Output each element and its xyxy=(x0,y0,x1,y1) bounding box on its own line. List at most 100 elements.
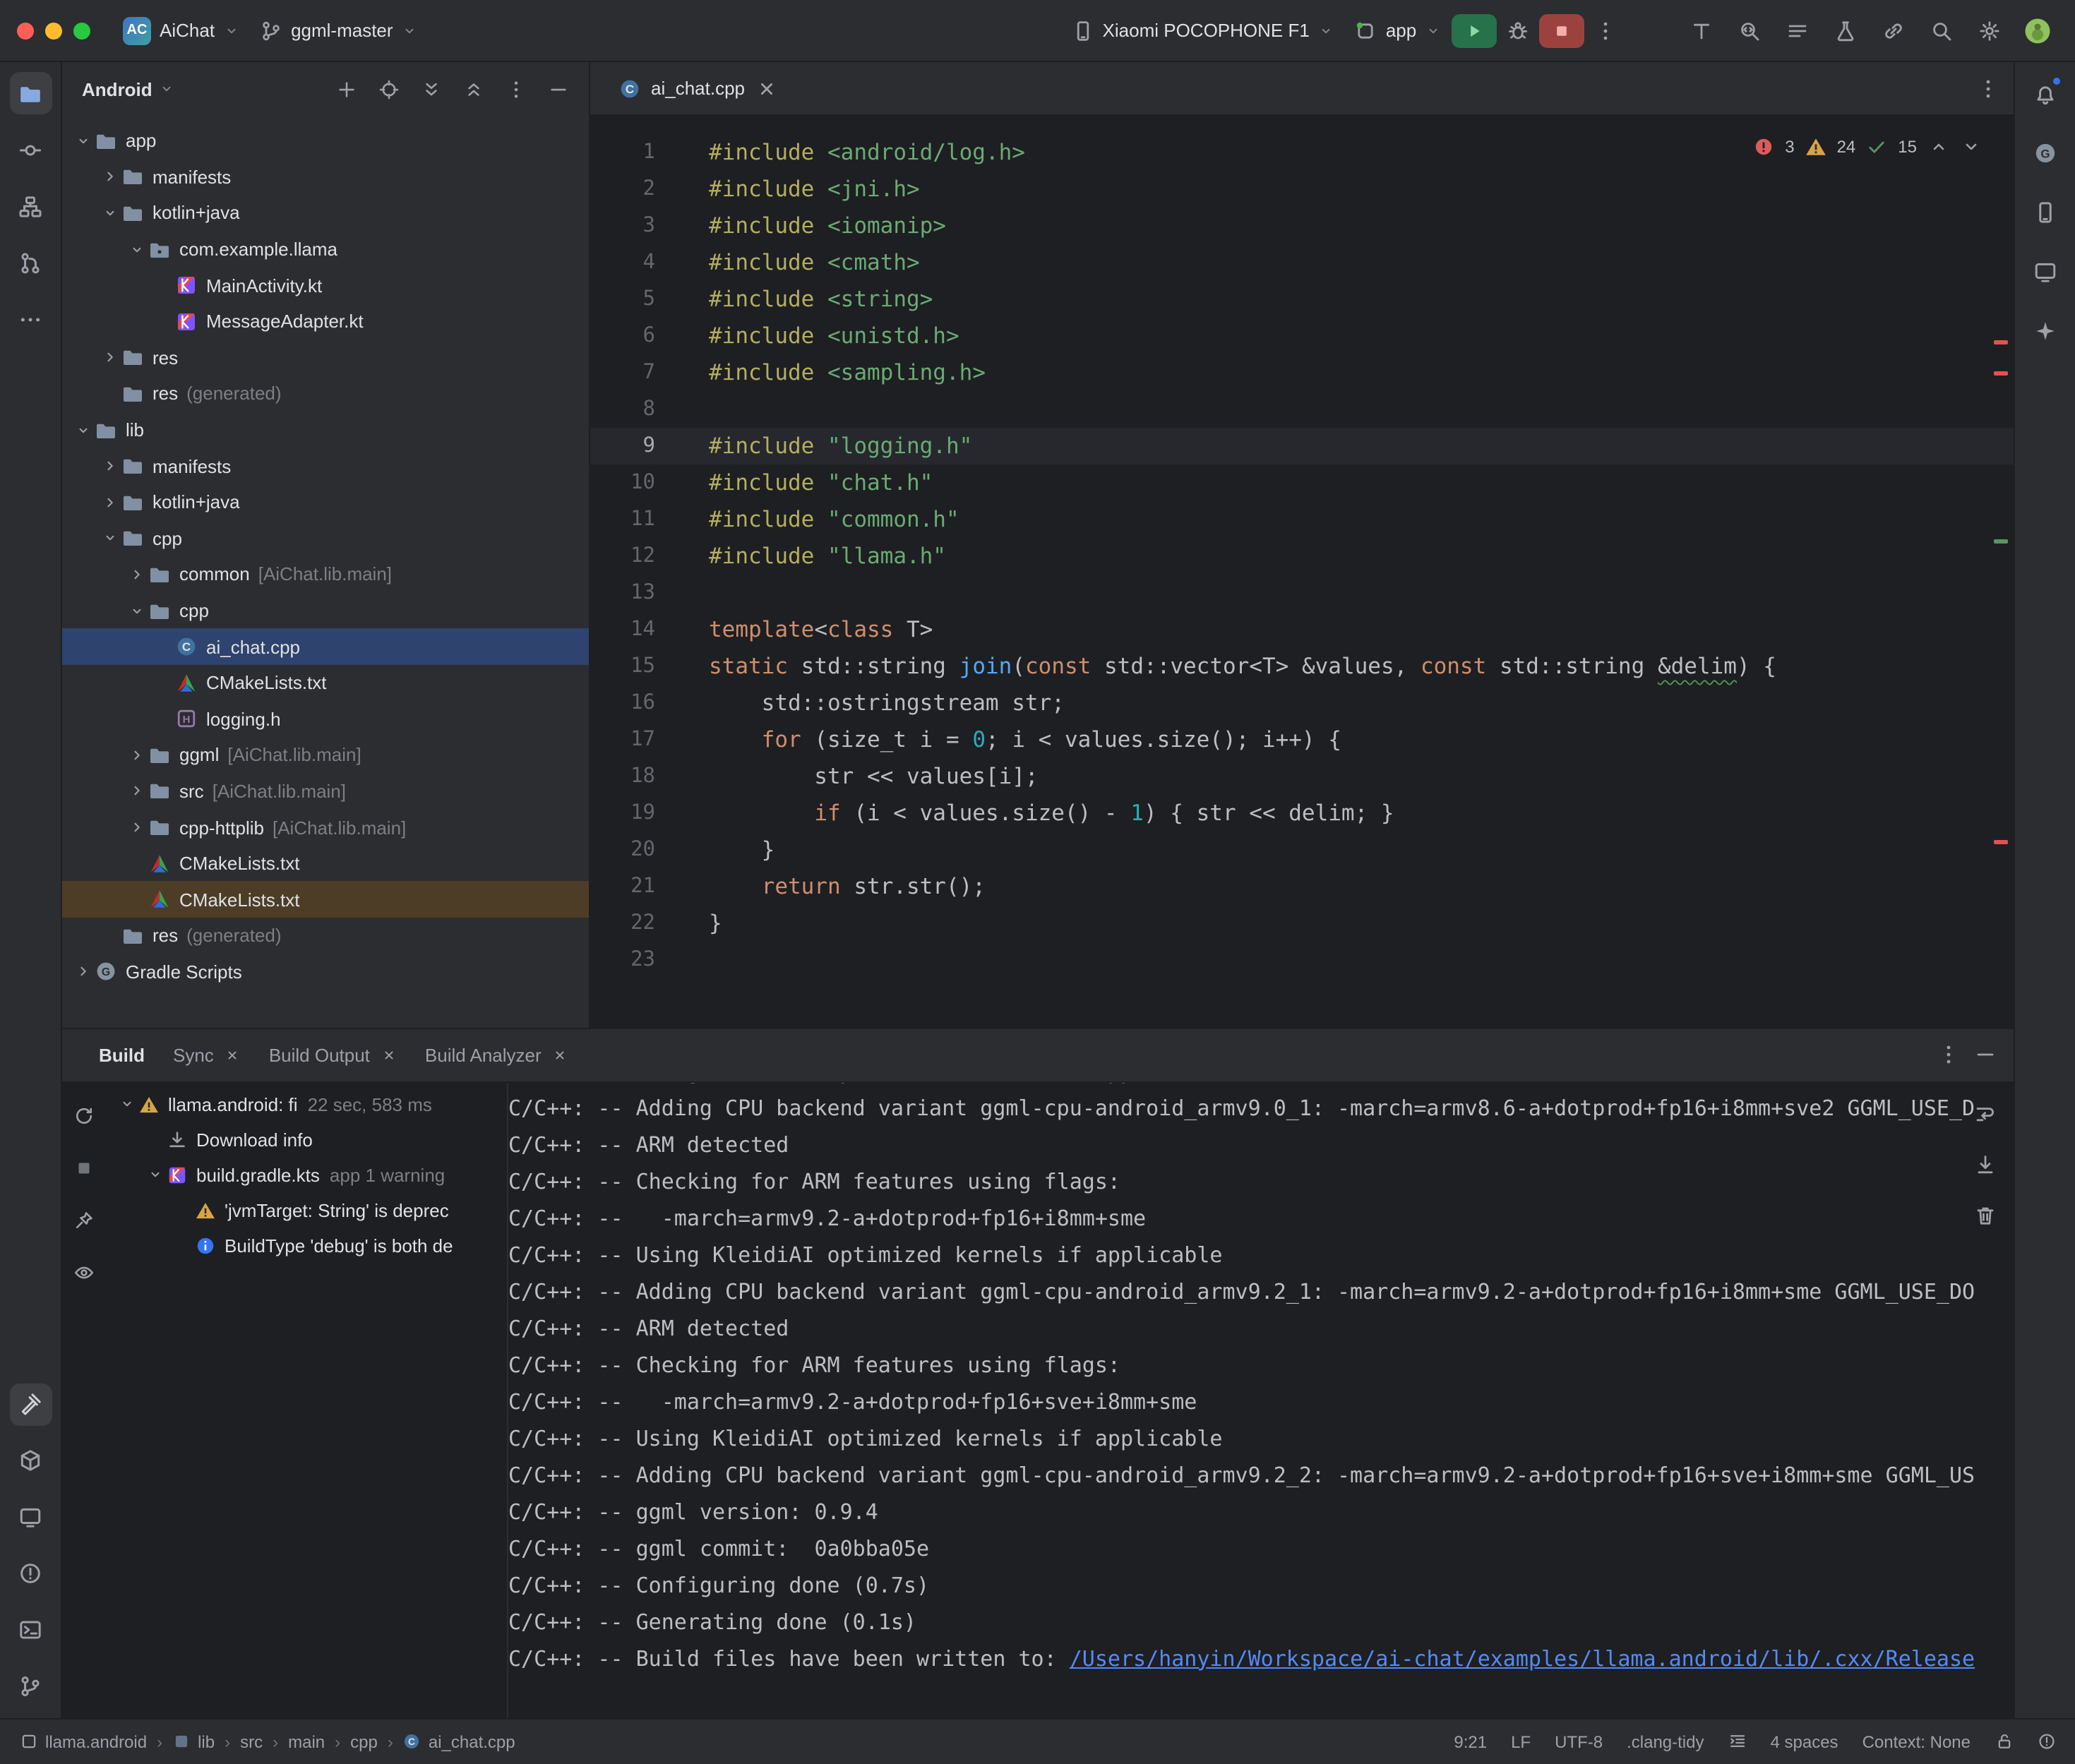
line-number[interactable]: 8 xyxy=(590,391,655,428)
new-item-button[interactable] xyxy=(329,72,363,106)
chevron-down-icon[interactable] xyxy=(97,530,121,547)
tree-item-app[interactable]: app xyxy=(62,123,589,159)
build-tree-item-build-gradle-kts[interactable]: build.gradle.ktsapp 1 warning xyxy=(104,1157,507,1192)
line-number[interactable]: 9 xyxy=(590,428,655,464)
line-number[interactable]: 18 xyxy=(590,758,655,795)
expand-all-button[interactable] xyxy=(414,72,448,106)
chevron-right-icon[interactable] xyxy=(124,783,148,800)
error-stripe-mark[interactable] xyxy=(1993,340,2007,344)
profile-avatar[interactable] xyxy=(2016,11,2058,50)
sync-link-button[interactable] xyxy=(1872,11,1914,50)
problems-tool-icon[interactable] xyxy=(9,1552,52,1595)
window-zoom-button[interactable] xyxy=(73,22,90,39)
indent-size[interactable]: 4 spaces xyxy=(1771,1732,1838,1751)
tree-item-res[interactable]: res xyxy=(62,340,589,376)
error-stripe-mark[interactable] xyxy=(1993,840,2007,844)
code-line-18[interactable]: 18 str << values[i]; xyxy=(590,758,2013,795)
line-number[interactable]: 20 xyxy=(590,832,655,868)
chevron-right-icon[interactable] xyxy=(124,566,148,583)
close-icon[interactable] xyxy=(755,77,777,100)
build-tab-build[interactable]: Build xyxy=(85,1028,159,1081)
collapse-all-button[interactable] xyxy=(456,72,490,106)
code-line-19[interactable]: 19 if (i < values.size() - 1) { str << d… xyxy=(590,795,2013,832)
chevron-right-icon[interactable] xyxy=(97,169,121,186)
tree-item-res[interactable]: res(generated) xyxy=(62,918,589,954)
next-problem-icon[interactable] xyxy=(1959,136,1982,158)
breadcrumb-item-src[interactable]: src xyxy=(240,1732,263,1751)
tree-item-logging-h[interactable]: Hlogging.h xyxy=(62,701,589,737)
build-variants-button[interactable] xyxy=(1824,11,1866,50)
stop-button[interactable] xyxy=(1539,13,1584,47)
rerun-build-button[interactable] xyxy=(66,1099,100,1133)
build-tree-item-llama-android-fi[interactable]: llama.android: fi22 sec, 583 ms xyxy=(104,1086,507,1122)
inspect-code-button[interactable] xyxy=(1728,11,1770,50)
project-view-selector[interactable]: Android xyxy=(82,78,153,100)
tree-item-cpp-httplib[interactable]: cpp-httplib[AiChat.lib.main] xyxy=(62,810,589,846)
line-number[interactable]: 14 xyxy=(590,611,655,648)
tree-item-cpp[interactable]: cpp xyxy=(62,520,589,556)
line-number[interactable]: 6 xyxy=(590,318,655,354)
line-number[interactable]: 1 xyxy=(590,134,655,171)
line-number[interactable]: 7 xyxy=(590,354,655,391)
dependencies-tool-icon[interactable] xyxy=(9,1439,52,1482)
caret-position[interactable]: 9:21 xyxy=(1454,1732,1487,1751)
chevron-down-icon[interactable] xyxy=(71,133,95,150)
tree-item-ggml[interactable]: ggml[AiChat.lib.main] xyxy=(62,737,589,773)
chevron-down-icon[interactable] xyxy=(97,205,121,222)
tree-item-gradle-scripts[interactable]: GGradle Scripts xyxy=(62,954,589,990)
breadcrumb-item-llama-android[interactable]: llama.android xyxy=(20,1732,147,1751)
chevron-right-icon[interactable] xyxy=(97,457,121,474)
breadcrumb-item-main[interactable]: main xyxy=(288,1732,325,1751)
inspections-widget[interactable]: 3 24 15 xyxy=(1747,133,1987,161)
tree-item-src[interactable]: src[AiChat.lib.main] xyxy=(62,773,589,809)
code-line-2[interactable]: 2#include <jni.h> xyxy=(590,171,2013,208)
tree-item-com-example-llama[interactable]: com.example.llama xyxy=(62,232,589,268)
code-line-7[interactable]: 7#include <sampling.h> xyxy=(590,354,2013,391)
breadcrumb-item-lib[interactable]: lib xyxy=(172,1732,215,1751)
indent-style-icon[interactable] xyxy=(1728,1732,1747,1751)
close-icon[interactable] xyxy=(553,1047,568,1062)
chevron-right-icon[interactable] xyxy=(71,964,95,980)
soft-wrap-button[interactable] xyxy=(1968,1096,2002,1130)
locate-file-button[interactable] xyxy=(371,72,405,106)
line-number[interactable]: 13 xyxy=(590,575,655,611)
build-options-button[interactable] xyxy=(1931,1038,1965,1072)
lock-icon[interactable] xyxy=(1995,1732,2013,1751)
chevron-down-icon[interactable] xyxy=(124,241,148,258)
line-number[interactable]: 11 xyxy=(590,501,655,538)
tree-item-manifests[interactable]: manifests xyxy=(62,448,589,484)
tree-item-cmakelists-txt[interactable]: CMakeLists.txt xyxy=(62,882,589,918)
line-number[interactable]: 23 xyxy=(590,942,655,978)
clear-output-button[interactable] xyxy=(1968,1198,2002,1232)
search-everywhere-button[interactable] xyxy=(1920,11,1962,50)
pin-tab-button[interactable] xyxy=(66,1204,100,1237)
notifications-icon[interactable] xyxy=(2023,72,2066,114)
line-number[interactable]: 3 xyxy=(590,208,655,244)
version-control-tool-icon[interactable] xyxy=(9,1665,52,1708)
editor-tab-ai-chat-cpp[interactable]: C ai_chat.cpp xyxy=(604,62,791,114)
breadcrumb-item-ai-chat-cpp[interactable]: Cai_chat.cpp xyxy=(403,1732,515,1751)
line-number[interactable]: 10 xyxy=(590,464,655,501)
clang-tidy-status[interactable]: .clang-tidy xyxy=(1627,1732,1704,1751)
error-stripe-mark[interactable] xyxy=(1993,539,2007,544)
build-tab-build-analyzer[interactable]: Build Analyzer xyxy=(411,1028,582,1081)
code-line-6[interactable]: 6#include <unistd.h> xyxy=(590,318,2013,354)
tree-item-mainactivity-kt[interactable]: MainActivity.kt xyxy=(62,268,589,304)
file-encoding[interactable]: UTF-8 xyxy=(1555,1732,1603,1751)
scroll-to-end-button[interactable] xyxy=(1968,1147,2002,1181)
line-number[interactable]: 15 xyxy=(590,648,655,685)
settings-button[interactable] xyxy=(1968,11,2010,50)
close-icon[interactable] xyxy=(225,1047,241,1062)
hide-panel-button[interactable] xyxy=(541,72,575,106)
tree-item-kotlin-java[interactable]: kotlin+java xyxy=(62,195,589,231)
running-devices-icon[interactable] xyxy=(2023,250,2066,292)
tree-item-common[interactable]: common[AiChat.lib.main] xyxy=(62,556,589,592)
error-stripe-mark[interactable] xyxy=(1993,371,2007,376)
chevron-right-icon[interactable] xyxy=(97,493,121,510)
text-tool-button[interactable] xyxy=(1680,11,1722,50)
todo-list-button[interactable] xyxy=(1776,11,1818,50)
code-line-10[interactable]: 10#include "chat.h" xyxy=(590,464,2013,501)
tree-item-ai-chat-cpp[interactable]: Cai_chat.cpp xyxy=(62,629,589,665)
commit-tool-icon[interactable] xyxy=(9,128,52,171)
tree-item-cmakelists-txt[interactable]: CMakeLists.txt xyxy=(62,665,589,701)
